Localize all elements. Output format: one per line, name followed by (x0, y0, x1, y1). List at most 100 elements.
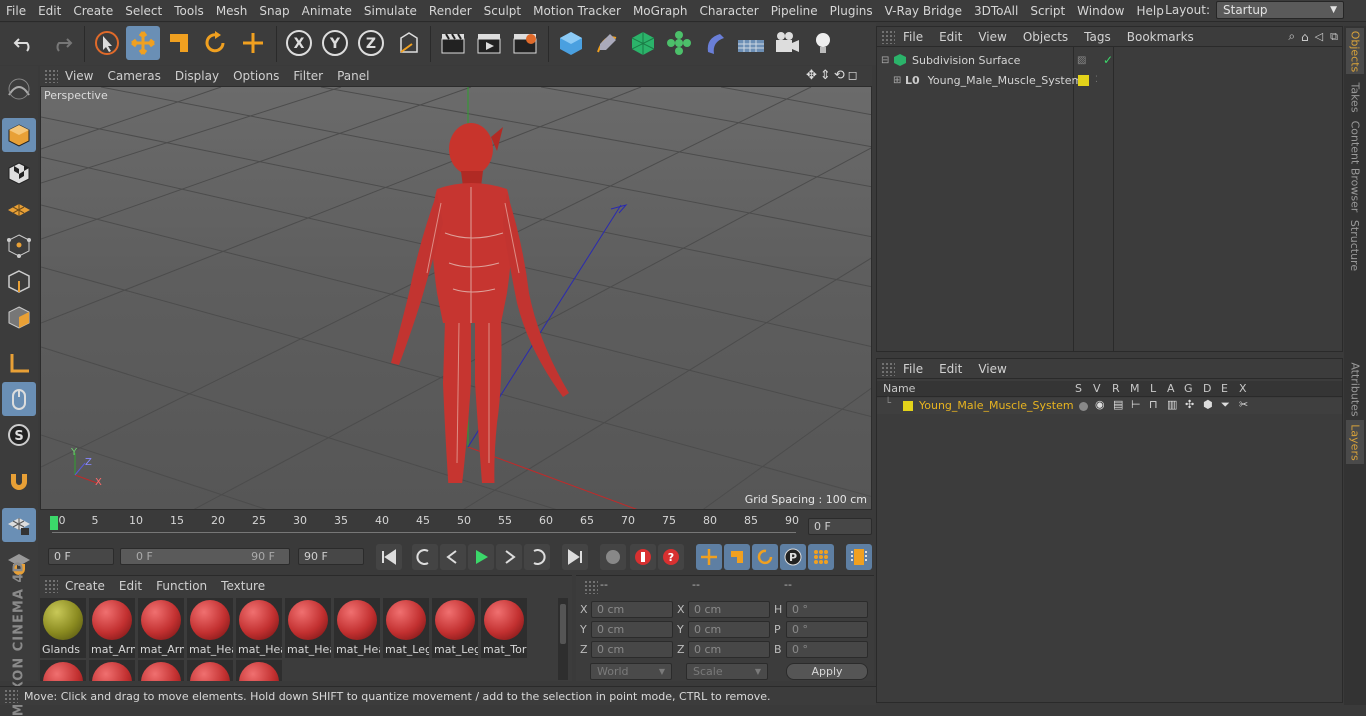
expression-icon[interactable]: ⏷ (1221, 398, 1230, 412)
panel-grip[interactable] (881, 29, 895, 44)
texture-mode-button[interactable] (2, 156, 36, 190)
undo-button[interactable] (8, 26, 42, 60)
material-swatch[interactable] (187, 660, 233, 681)
material-swatch[interactable] (138, 660, 184, 681)
viewport-menu-filter[interactable]: Filter (286, 69, 330, 83)
layer-menu-view[interactable]: View (970, 362, 1014, 376)
position-x-field[interactable]: 0 cm (591, 601, 673, 618)
model-mode-button[interactable] (2, 118, 36, 152)
object-menu-bookmarks[interactable]: Bookmarks (1119, 30, 1202, 44)
object-menu-objects[interactable]: Objects (1015, 30, 1076, 44)
film-strip-icon[interactable]: ▥ (1167, 398, 1177, 411)
menu-mesh[interactable]: Mesh (210, 4, 254, 18)
material-swatch[interactable] (236, 660, 282, 681)
coordinate-space-dropdown[interactable]: World ▼ (590, 663, 672, 680)
panel-grip[interactable] (44, 69, 58, 83)
live-selection-button[interactable] (90, 26, 124, 60)
record-active-objects-button[interactable] (630, 544, 656, 570)
expressions-column-header[interactable]: E (1221, 382, 1228, 395)
frame-range-slider[interactable]: 0 F 90 F (120, 548, 290, 565)
animation-column-header[interactable]: A (1167, 382, 1175, 395)
previous-frame-button[interactable] (440, 544, 466, 570)
key-position-button[interactable] (696, 544, 722, 570)
lock-icon[interactable]: ⊓ (1149, 398, 1158, 411)
manager-column-header[interactable]: M (1130, 382, 1140, 395)
redo-button[interactable] (44, 26, 78, 60)
menu-3dtoall[interactable]: 3DToAll (968, 4, 1024, 18)
menu-select[interactable]: Select (119, 4, 168, 18)
material-swatch[interactable]: mat_Leg (432, 598, 478, 658)
menu-character[interactable]: Character (693, 4, 764, 18)
layer-menu-edit[interactable]: Edit (931, 362, 970, 376)
menu-file[interactable]: File (0, 4, 32, 18)
object-row-subdivision[interactable]: ⊟ Subdivision Surface ▨ ✓ (881, 51, 1341, 69)
position-z-field[interactable]: 0 cm (591, 641, 673, 658)
cloner-button[interactable] (662, 26, 696, 60)
panel-grip[interactable] (44, 578, 58, 593)
scale-tool-button[interactable] (162, 26, 196, 60)
generators-column-header[interactable]: G (1184, 382, 1193, 395)
snap-button[interactable] (2, 464, 36, 498)
orbit-icon[interactable]: ⟲ (834, 68, 845, 83)
autokeying-button[interactable]: ? (658, 544, 684, 570)
make-editable-button[interactable] (2, 72, 36, 106)
size-y-field[interactable]: 0 cm (688, 621, 770, 638)
x-axis-lock-button[interactable]: X (282, 26, 316, 60)
render-view-button[interactable] (436, 26, 470, 60)
material-swatch[interactable]: mat_Hea (236, 598, 282, 658)
viewport-menu-panel[interactable]: Panel (330, 69, 376, 83)
deformers-column-header[interactable]: D (1203, 382, 1211, 395)
previous-key-button[interactable] (412, 544, 438, 570)
solo-toggle-icon[interactable] (1079, 402, 1088, 411)
go-to-end-button[interactable] (562, 544, 588, 570)
panel-grip[interactable] (881, 361, 895, 376)
material-swatch[interactable]: mat_Leg (383, 598, 429, 658)
material-menu-texture[interactable]: Texture (214, 579, 272, 593)
scrollbar-thumb[interactable] (560, 604, 566, 644)
menu-mograph[interactable]: MoGraph (627, 4, 694, 18)
material-swatch[interactable]: mat_Hea (187, 598, 233, 658)
object-menu-file[interactable]: File (895, 30, 931, 44)
tweak-mode-button[interactable] (2, 382, 36, 416)
floor-button[interactable] (734, 26, 768, 60)
play-button[interactable] (468, 544, 494, 570)
key-rotation-button[interactable] (752, 544, 778, 570)
material-menu-edit[interactable]: Edit (112, 579, 149, 593)
rotation-h-field[interactable]: 0 ° (786, 601, 868, 618)
generator-icon[interactable]: ✣ (1185, 398, 1194, 411)
menu-vray-bridge[interactable]: V-Ray Bridge (879, 4, 968, 18)
cube-object-button[interactable] (554, 26, 588, 60)
render-to-picture-viewer-button[interactable] (472, 26, 506, 60)
points-mode-button[interactable] (2, 228, 36, 262)
xref-icon[interactable]: ✂ (1239, 398, 1248, 411)
material-scrollbar[interactable] (558, 598, 568, 680)
solo-mode-button[interactable]: S (2, 418, 36, 452)
menu-help[interactable]: Help (1130, 4, 1169, 18)
locked-workplane-button[interactable] (2, 508, 36, 542)
size-x-field[interactable]: 0 cm (688, 601, 770, 618)
layer-menu-file[interactable]: File (895, 362, 931, 376)
material-swatch[interactable]: Glands (40, 598, 86, 658)
tab-attributes[interactable]: Attributes (1346, 360, 1364, 418)
go-to-start-button[interactable] (376, 544, 402, 570)
material-swatch[interactable]: mat_Arm (89, 598, 135, 658)
hierarchy-icon[interactable]: ⊢ (1131, 398, 1141, 411)
maximize-view-icon[interactable]: ◻ (848, 68, 858, 83)
material-swatch[interactable] (40, 660, 86, 681)
start-frame-field[interactable]: 0 F (48, 548, 114, 565)
material-swatch[interactable] (89, 660, 135, 681)
solo-column-header[interactable]: S (1075, 382, 1082, 395)
polygons-mode-button[interactable] (2, 300, 36, 334)
panel-grip[interactable] (584, 580, 598, 594)
new-window-icon[interactable]: ⧉ (1326, 30, 1342, 44)
current-frame-field[interactable]: 0 F (808, 518, 872, 535)
menu-window[interactable]: Window (1071, 4, 1130, 18)
playhead-marker[interactable] (50, 516, 58, 530)
editor-visibility-icon[interactable]: ▨ (1077, 55, 1086, 66)
render-column-header[interactable]: R (1112, 382, 1120, 395)
expand-icon[interactable]: ⊞ (893, 75, 905, 86)
key-point-level-button[interactable] (808, 544, 834, 570)
workplane-mode-button[interactable] (2, 192, 36, 226)
viewport-menu-display[interactable]: Display (168, 69, 226, 83)
layout-dropdown[interactable]: Startup ▼ (1216, 1, 1344, 19)
